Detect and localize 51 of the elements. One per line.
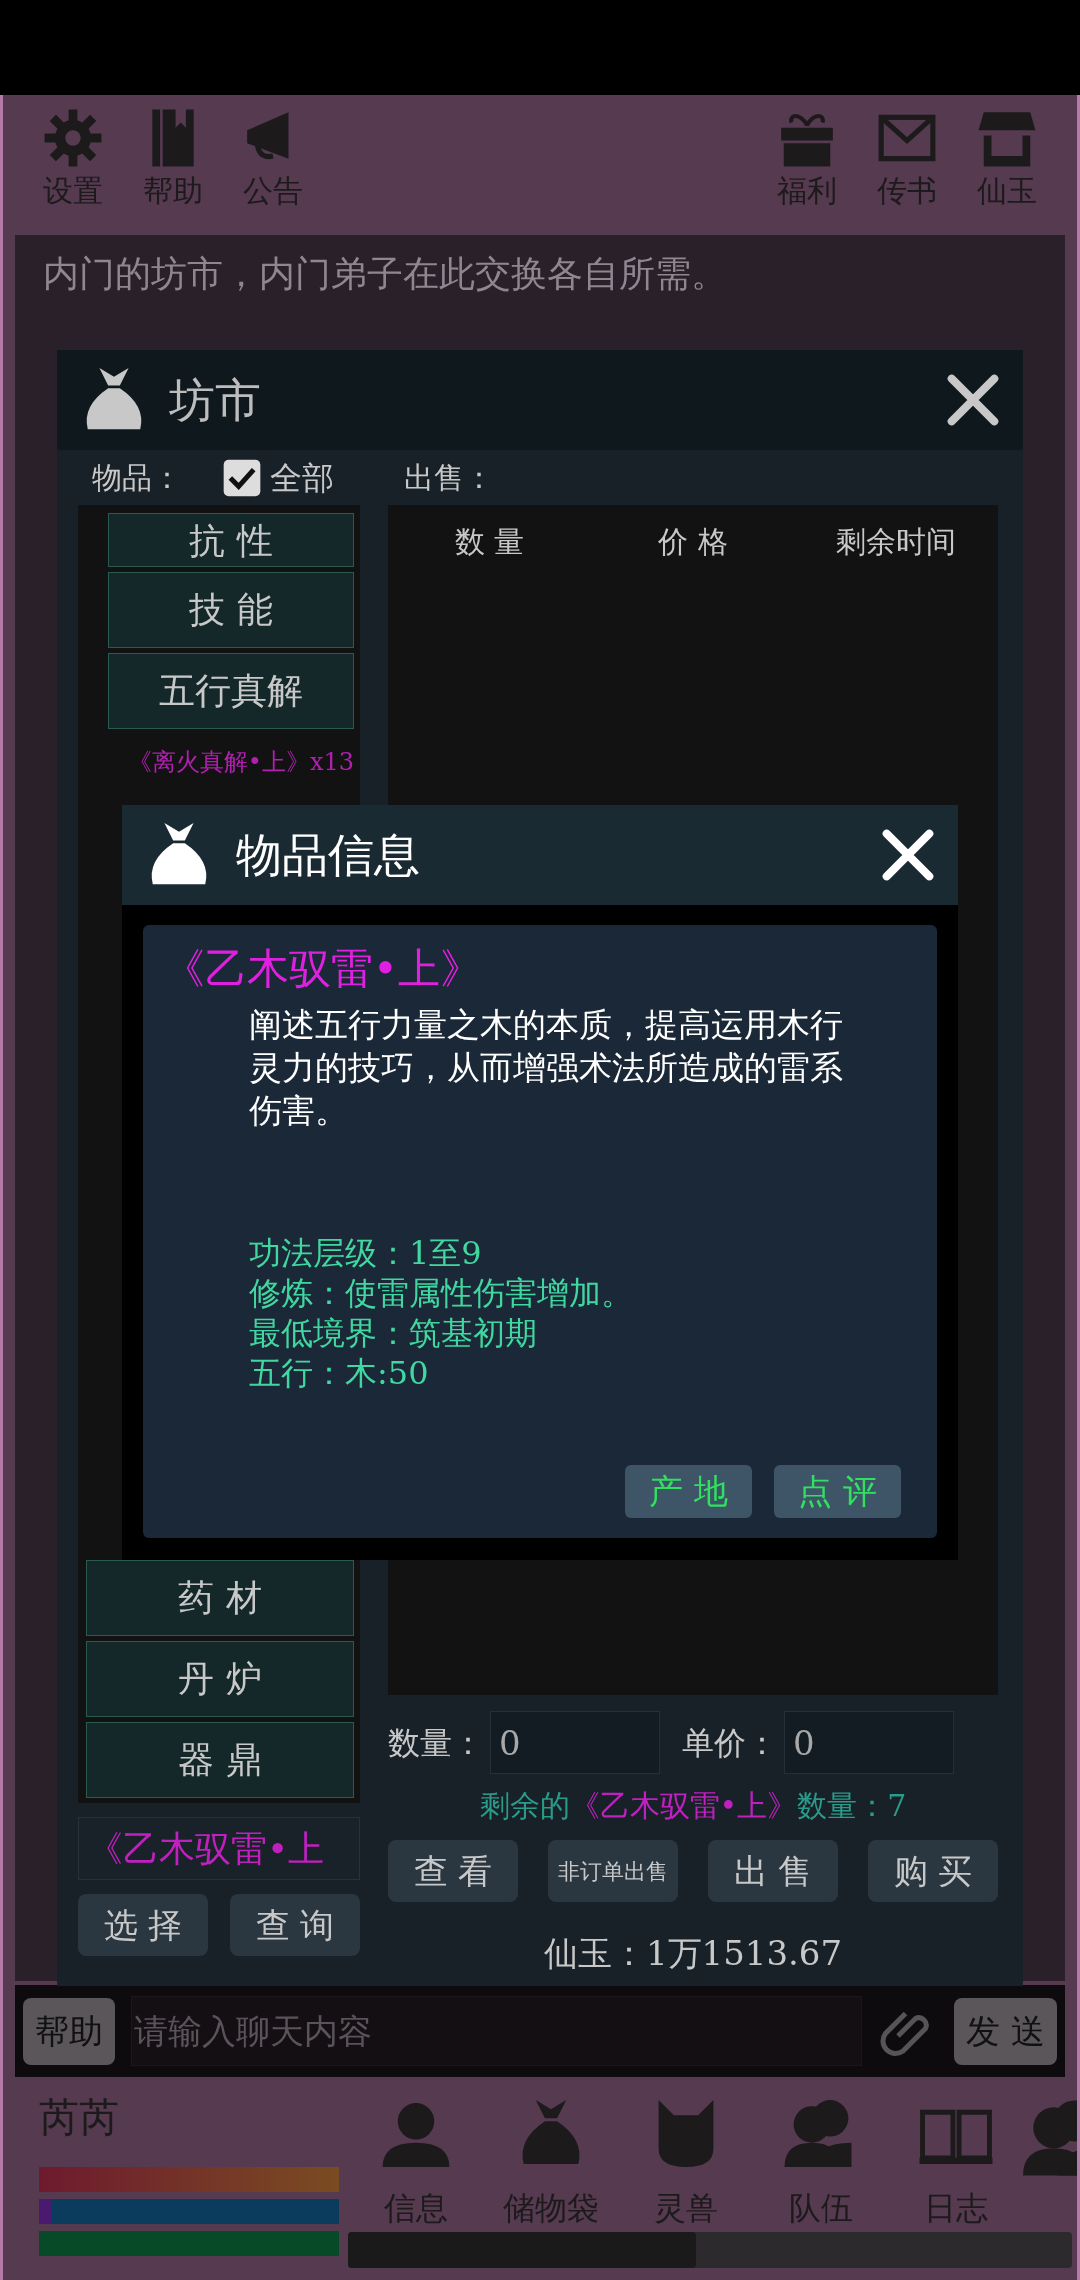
column-header: 价 格: [657, 523, 729, 561]
items-label: 物品：: [92, 459, 182, 497]
stat-line: 最低境界：筑基初期: [249, 1312, 538, 1353]
toolbar-label: 帮助: [143, 173, 203, 209]
price-label: 单价：: [682, 1722, 778, 1764]
select-button[interactable]: 选 择: [78, 1894, 208, 1956]
query-button[interactable]: 查 询: [230, 1894, 360, 1956]
category-button[interactable]: 五行真解: [108, 653, 354, 729]
chat-input-field[interactable]: 请输入聊天内容: [131, 1996, 863, 2066]
scrollbar-thumb[interactable]: [348, 2232, 696, 2268]
category-button[interactable]: 抗 性: [108, 513, 354, 567]
remaining-text: 剩余的《乙木驭雷•上》数量：7: [478, 1787, 908, 1825]
stat-line: 功法层级：1至9: [249, 1232, 483, 1273]
price-field[interactable]: 0: [784, 1711, 954, 1774]
quantity-field[interactable]: 0: [490, 1711, 660, 1774]
location-text: 内门的坊市，内门弟子在此交换各自所需。: [43, 252, 728, 296]
help-button[interactable]: 帮助: [23, 1997, 115, 2065]
item-name: 《乙木驭雷•上》: [163, 943, 483, 995]
item-description: 阐述五行力量之木的本质，提高运用木行灵力的技巧，从而增强术法所造成的雷系伤害。: [248, 1004, 844, 1132]
category-button[interactable]: 器 鼎: [86, 1722, 354, 1798]
column-header: 剩余时间: [835, 523, 958, 561]
action-button[interactable]: 购 买: [868, 1840, 998, 1902]
category-button[interactable]: 药 材: [86, 1560, 354, 1636]
player-name: 芮芮: [39, 2093, 120, 2142]
category-item[interactable]: 《离火真解•上》x13: [108, 744, 354, 780]
checkbox-icon[interactable]: [222, 457, 262, 498]
action-button[interactable]: 非订单出售: [548, 1840, 678, 1902]
balance-text: 仙玉：1万1513.67: [542, 1932, 844, 1975]
scrollbar[interactable]: [348, 2232, 1072, 2268]
toolbar-label: 福利: [777, 173, 837, 209]
info-button[interactable]: 点 评: [774, 1465, 901, 1518]
toolbar-label: 传书: [877, 173, 937, 209]
selected-item-field[interactable]: 《乙木驭雷•上: [78, 1817, 360, 1880]
stat-line: 五行：木:50: [249, 1352, 430, 1393]
send-button[interactable]: 发 送: [954, 1997, 1057, 2065]
quantity-label: 数量：: [388, 1722, 484, 1764]
all-checkbox[interactable]: 全部: [222, 453, 334, 502]
sale-label: 出售：: [404, 459, 494, 497]
info-button[interactable]: 产 地: [625, 1465, 752, 1518]
action-button[interactable]: 出 售: [708, 1840, 838, 1902]
toolbar-label: 设置: [43, 173, 103, 209]
toolbar-label: 仙玉: [977, 173, 1037, 209]
category-button[interactable]: 技 能: [108, 572, 354, 648]
toolbar-label: 公告: [243, 173, 303, 209]
gear-icon: [42, 107, 104, 169]
dialog-title: 坊市: [169, 371, 262, 429]
column-header: 数 量: [453, 523, 526, 561]
dialog-title: 物品信息: [236, 826, 421, 884]
category-button[interactable]: 丹 炉: [86, 1641, 354, 1717]
action-button[interactable]: 查 看: [388, 1840, 518, 1902]
stat-line: 修炼：使雷属性伤害增加。: [249, 1272, 634, 1313]
